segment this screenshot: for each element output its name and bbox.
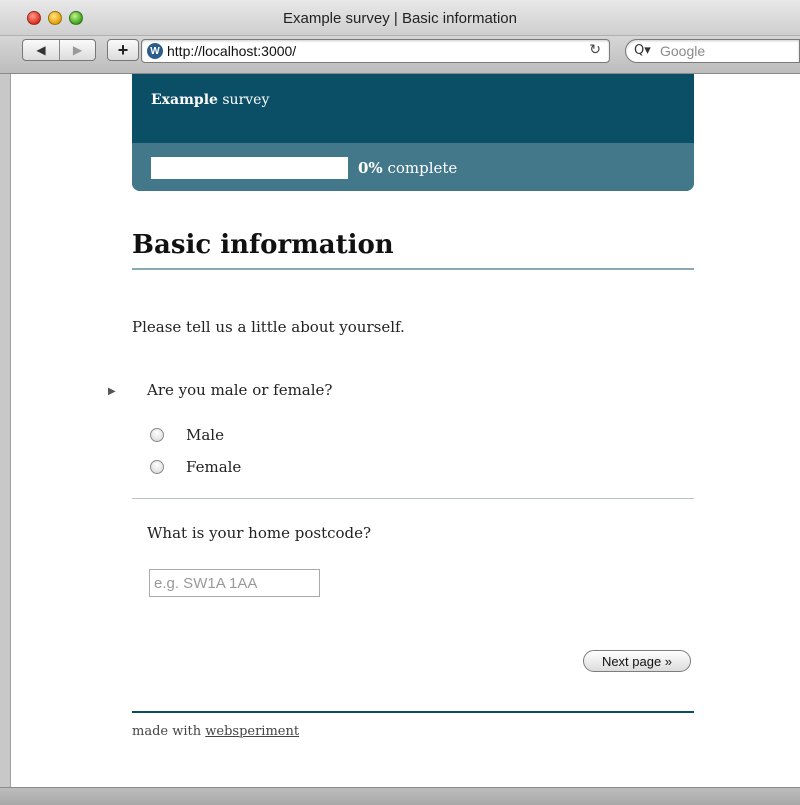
search-placeholder: Google xyxy=(660,43,706,59)
forward-button[interactable]: ▶ xyxy=(59,40,95,60)
current-question-arrow-icon: ▶ xyxy=(108,386,116,397)
forward-arrow-icon: ▶ xyxy=(72,43,83,57)
radio-male[interactable] xyxy=(150,428,164,442)
reload-icon[interactable]: ↻ xyxy=(589,42,601,58)
survey-name: Example survey xyxy=(151,92,269,108)
radio-female[interactable] xyxy=(150,460,164,474)
survey-name-bold: Example xyxy=(151,92,218,108)
progress-percent: 0% xyxy=(358,159,383,177)
page-title: Basic information xyxy=(132,230,694,270)
question-gender-text: Are you male or female? xyxy=(147,381,333,399)
option-male-label: Male xyxy=(186,426,224,444)
window-title: Example survey | Basic information xyxy=(283,10,517,27)
nav-button-group: ◀ ▶ xyxy=(22,39,96,61)
page-intro: Please tell us a little about yourself. xyxy=(132,318,405,336)
add-bookmark-button[interactable]: + xyxy=(107,39,139,61)
question-postcode-text: What is your home postcode? xyxy=(147,524,372,542)
back-button[interactable]: ◀ xyxy=(23,40,59,60)
postcode-input[interactable] xyxy=(149,569,320,597)
footer: made with websperiment xyxy=(132,724,299,739)
progress-suffix: complete xyxy=(382,159,458,177)
survey-name-rest: survey xyxy=(217,92,270,108)
progress-bar xyxy=(151,157,348,179)
url-text[interactable]: http://localhost:3000/ xyxy=(167,43,296,59)
option-male[interactable]: Male xyxy=(150,426,224,444)
window-titlebar: Example survey | Basic information xyxy=(0,0,800,36)
page-viewport: Example survey 0% complete Basic informa… xyxy=(10,74,800,787)
option-female[interactable]: Female xyxy=(150,458,241,476)
option-female-label: Female xyxy=(186,458,242,476)
question-divider xyxy=(132,498,694,499)
next-page-button[interactable]: Next page » xyxy=(583,650,691,672)
address-bar[interactable]: W http://localhost:3000/ ↻ xyxy=(141,39,610,63)
progress-strip: 0% complete xyxy=(132,143,694,191)
search-field[interactable]: Q▾ Google xyxy=(625,39,800,63)
site-favicon-icon: W xyxy=(147,43,163,59)
footer-prefix: made with xyxy=(132,724,206,739)
search-icon[interactable]: Q▾ xyxy=(634,43,651,58)
survey-header: Example survey 0% complete xyxy=(132,74,694,191)
browser-toolbar: ◀ ▶ + W http://localhost:3000/ ↻ Q▾ Goog… xyxy=(0,36,800,74)
back-arrow-icon: ◀ xyxy=(36,43,46,57)
footer-rule xyxy=(132,711,694,713)
websperiment-link[interactable]: websperiment xyxy=(205,724,299,739)
progress-label: 0% complete xyxy=(358,159,457,177)
status-bar xyxy=(0,787,800,805)
